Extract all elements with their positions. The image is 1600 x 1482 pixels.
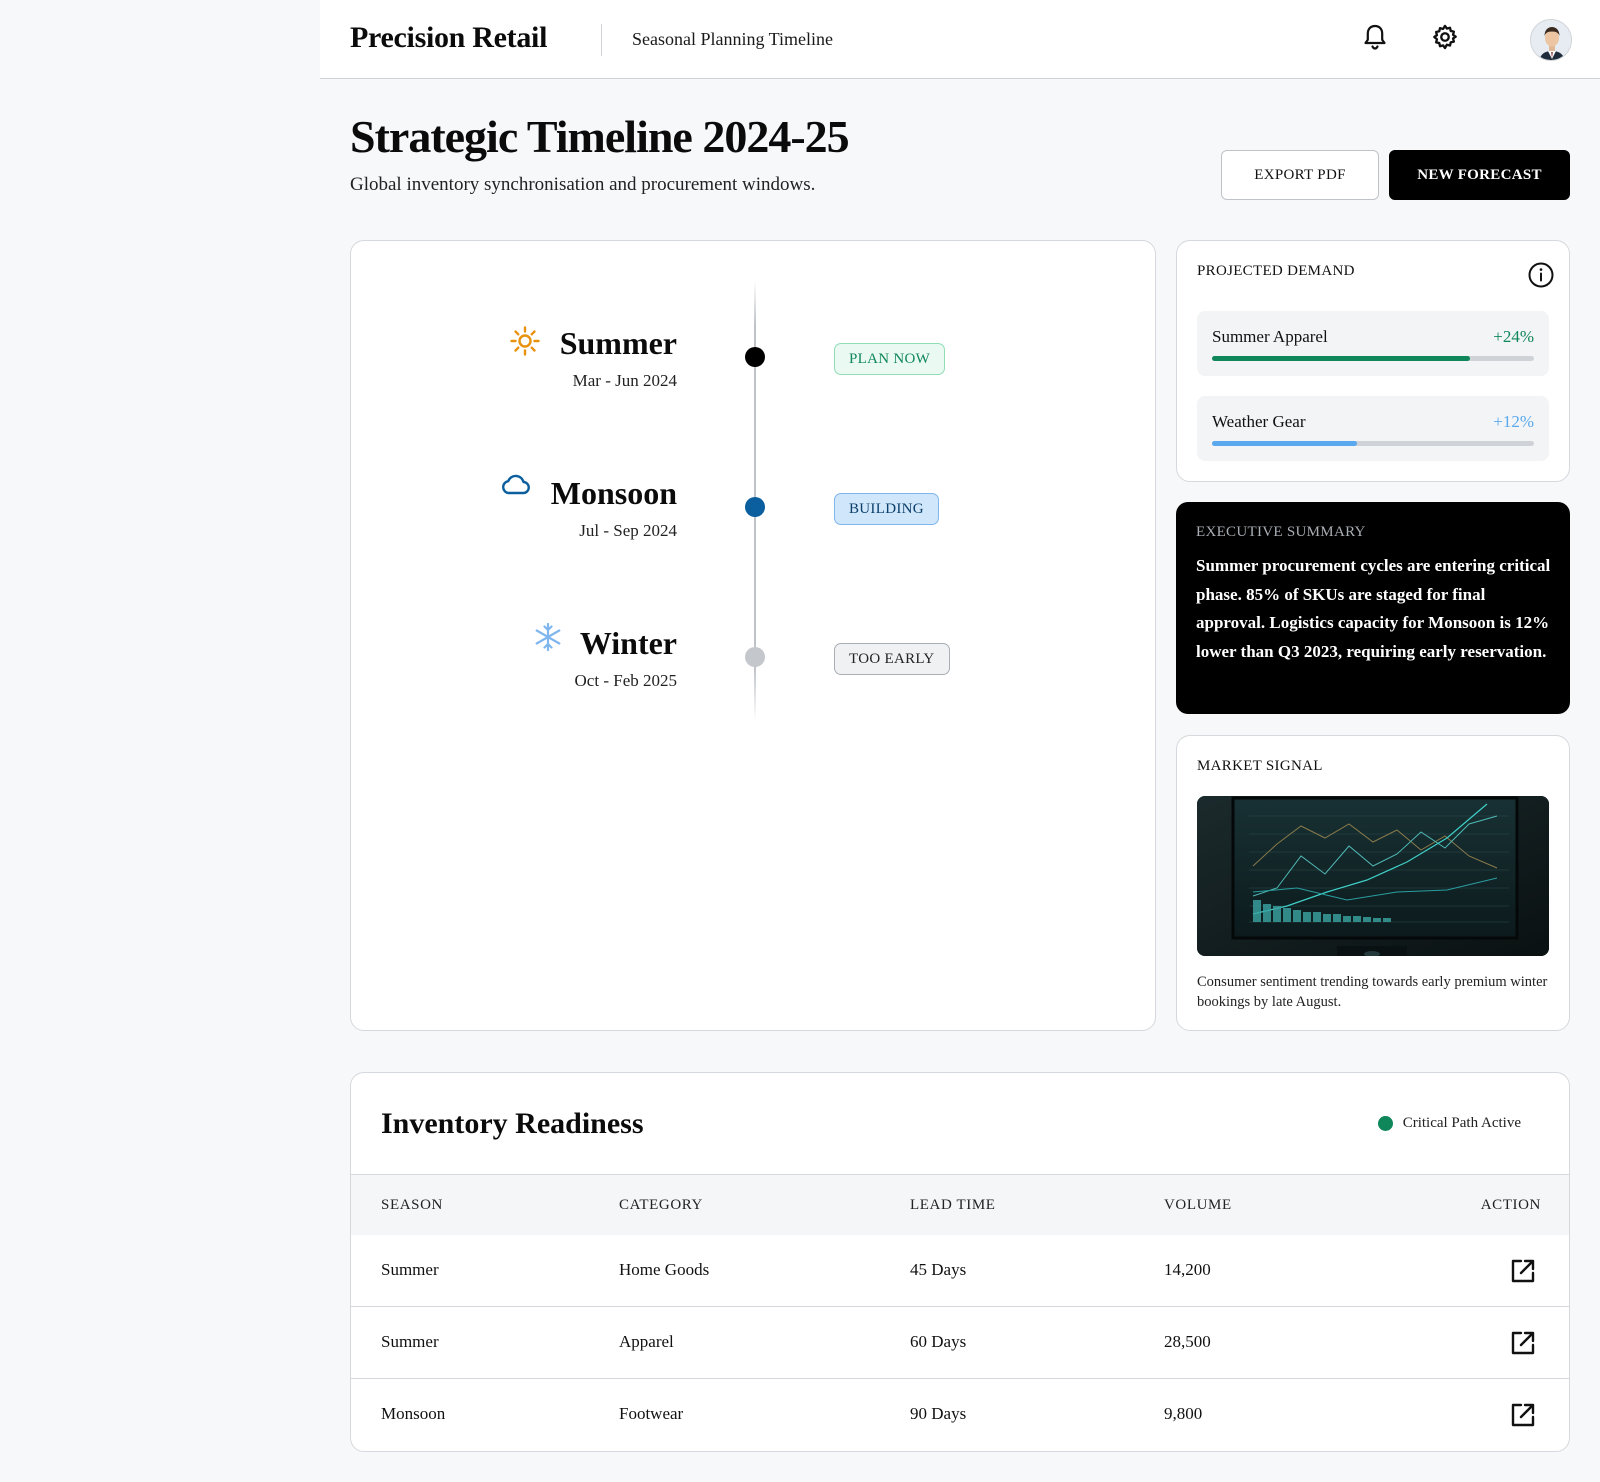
card-label: PROJECTED DEMAND xyxy=(1197,263,1355,279)
section-title: Inventory Readiness xyxy=(381,1107,644,1140)
status-badge: PLAN NOW xyxy=(834,343,946,375)
cell-lead-time: 45 Days xyxy=(910,1260,967,1279)
avatar[interactable] xyxy=(1530,19,1572,61)
season-name: Summer xyxy=(559,325,677,361)
inventory-readiness-card: Inventory Readiness Critical Path Active… xyxy=(350,1072,1570,1452)
critical-path-label: Critical Path Active xyxy=(1402,1115,1521,1131)
timeline-dot xyxy=(745,347,765,367)
demand-name: Weather Gear xyxy=(1212,412,1306,431)
export-pdf-button[interactable]: EXPORT PDF xyxy=(1221,150,1379,200)
table-header: SEASON CATEGORY LEAD TIME VOLUME ACTION xyxy=(351,1174,1569,1235)
season-name: Winter xyxy=(579,625,677,661)
snowflake-icon xyxy=(532,621,564,653)
status-badge: BUILDING xyxy=(834,493,939,525)
season-row-winter: Winter Oct - Feb 2025 TOO EARLY xyxy=(351,622,1157,705)
status-dot xyxy=(1377,1116,1393,1131)
main-area: Precision Retail Seasonal Planning Timel… xyxy=(320,0,1600,1482)
open-external-icon[interactable] xyxy=(1509,1401,1537,1429)
cell-volume: 28,500 xyxy=(1164,1332,1211,1351)
table-row: Monsoon Footwear 90 Days 9,800 xyxy=(351,1379,1569,1451)
divider xyxy=(601,24,602,56)
card-label: MARKET SIGNAL xyxy=(1197,758,1323,774)
column-header-lead-time: LEAD TIME xyxy=(910,1197,996,1213)
demand-item: Weather Gear +12% xyxy=(1197,396,1549,461)
cell-season: Monsoon xyxy=(381,1404,446,1423)
market-chart-image xyxy=(1197,796,1549,956)
cell-volume: 9,800 xyxy=(1164,1404,1203,1423)
summary-text: Summer procurement cycles are entering c… xyxy=(1196,556,1551,661)
page-name: Seasonal Planning Timeline xyxy=(632,29,834,49)
timeline-dot xyxy=(745,647,765,667)
brand-name: Precision Retail xyxy=(350,21,548,54)
info-icon[interactable] xyxy=(1527,261,1555,289)
cell-season: Summer xyxy=(381,1260,439,1279)
demand-item: Summer Apparel +24% xyxy=(1197,311,1549,376)
open-external-icon[interactable] xyxy=(1509,1329,1537,1357)
timeline-dot xyxy=(745,497,765,517)
table-row: Summer Apparel 60 Days 28,500 xyxy=(351,1307,1569,1379)
cell-season: Summer xyxy=(381,1332,439,1351)
season-range: Oct - Feb 2025 xyxy=(574,671,677,690)
demand-value: +24% xyxy=(1493,327,1534,346)
new-forecast-button[interactable]: NEW FORECAST xyxy=(1389,150,1570,200)
bell-icon[interactable] xyxy=(1360,22,1390,52)
column-header-action: ACTION xyxy=(1480,1197,1541,1213)
cell-lead-time: 90 Days xyxy=(910,1404,967,1423)
open-external-icon[interactable] xyxy=(1509,1257,1537,1285)
cell-lead-time: 60 Days xyxy=(910,1332,967,1351)
demand-name: Summer Apparel xyxy=(1212,327,1328,346)
gear-icon[interactable] xyxy=(1430,22,1460,52)
season-row-summer: Summer Mar - Jun 2024 PLAN NOW xyxy=(351,325,1157,405)
season-range: Mar - Jun 2024 xyxy=(572,371,677,390)
progress-track xyxy=(1212,441,1534,446)
cloud-icon xyxy=(499,469,531,501)
season-name: Monsoon xyxy=(550,475,677,511)
cell-volume: 14,200 xyxy=(1164,1260,1211,1279)
cell-category: Home Goods xyxy=(619,1260,710,1279)
projected-demand-card: PROJECTED DEMAND Summer Apparel +24% Wea… xyxy=(1176,240,1570,482)
progress-fill xyxy=(1212,441,1357,446)
column-header-volume: VOLUME xyxy=(1164,1197,1232,1213)
critical-path-indicator: Critical Path Active xyxy=(1377,1115,1521,1132)
sun-icon xyxy=(509,325,541,357)
column-header-category: CATEGORY xyxy=(619,1197,703,1213)
card-label: EXECUTIVE SUMMARY xyxy=(1196,524,1366,540)
progress-track xyxy=(1212,356,1534,361)
column-header-season: SEASON xyxy=(381,1197,443,1213)
executive-summary-card: EXECUTIVE SUMMARY Summer procurement cyc… xyxy=(1176,502,1570,714)
season-row-monsoon: Monsoon Jul - Sep 2024 BUILDING xyxy=(351,474,1157,555)
status-badge: TOO EARLY xyxy=(834,643,950,675)
demand-value: +12% xyxy=(1493,412,1534,431)
table-row: Summer Home Goods 45 Days 14,200 xyxy=(351,1235,1569,1307)
page-description: Global inventory synchronisation and pro… xyxy=(350,174,816,195)
cell-category: Apparel xyxy=(619,1332,674,1351)
season-range: Jul - Sep 2024 xyxy=(579,521,677,540)
market-signal-caption: Consumer sentiment trending towards earl… xyxy=(1197,974,1548,1010)
cell-category: Footwear xyxy=(619,1404,684,1423)
timeline-card: Summer Mar - Jun 2024 PLAN NOW Monsoon J… xyxy=(350,240,1156,1031)
progress-fill xyxy=(1212,356,1470,361)
top-bar: Precision Retail Seasonal Planning Timel… xyxy=(320,0,1600,79)
market-signal-card: MARKET SIGNAL Consumer sentiment trendin… xyxy=(1176,735,1570,1031)
page-title: Strategic Timeline 2024-25 xyxy=(350,111,850,162)
